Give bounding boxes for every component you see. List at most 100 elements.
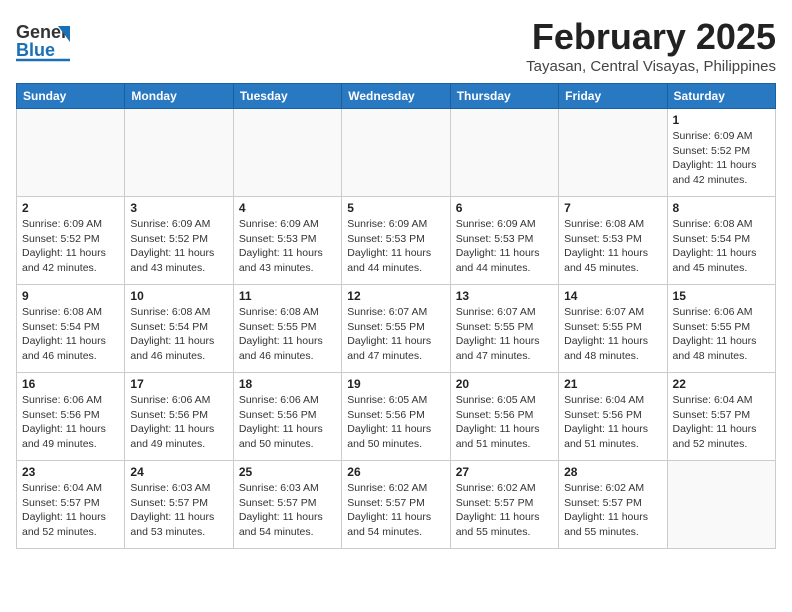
calendar-cell: 8 Sunrise: 6:08 AMSunset: 5:54 PMDaylight…: [667, 197, 775, 285]
day-detail: Sunrise: 6:07 AMSunset: 5:55 PMDaylight:…: [564, 305, 661, 364]
calendar-cell: [342, 109, 450, 197]
day-detail: Sunrise: 6:03 AMSunset: 5:57 PMDaylight:…: [130, 481, 227, 540]
logo: General Blue: [16, 16, 70, 64]
weekday-header-thursday: Thursday: [450, 84, 558, 109]
day-number: 5: [347, 201, 444, 215]
calendar-cell: 6 Sunrise: 6:09 AMSunset: 5:53 PMDaylight…: [450, 197, 558, 285]
calendar-cell: 15 Sunrise: 6:06 AMSunset: 5:55 PMDayligh…: [667, 285, 775, 373]
day-number: 4: [239, 201, 336, 215]
day-detail: Sunrise: 6:08 AMSunset: 5:54 PMDaylight:…: [22, 305, 119, 364]
calendar-cell: 4 Sunrise: 6:09 AMSunset: 5:53 PMDaylight…: [233, 197, 341, 285]
calendar-cell: 21 Sunrise: 6:04 AMSunset: 5:56 PMDayligh…: [559, 373, 667, 461]
weekday-header-monday: Monday: [125, 84, 233, 109]
day-detail: Sunrise: 6:09 AMSunset: 5:53 PMDaylight:…: [239, 217, 336, 276]
day-number: 9: [22, 289, 119, 303]
calendar-cell: 16 Sunrise: 6:06 AMSunset: 5:56 PMDayligh…: [17, 373, 125, 461]
day-number: 19: [347, 377, 444, 391]
day-detail: Sunrise: 6:09 AMSunset: 5:53 PMDaylight:…: [456, 217, 553, 276]
calendar-cell: 22Sunrise: 6:04 AMSunset: 5:57 PMDayligh…: [667, 373, 775, 461]
calendar-cell: [233, 109, 341, 197]
calendar-cell: 19 Sunrise: 6:05 AMSunset: 5:56 PMDayligh…: [342, 373, 450, 461]
calendar-cell: 14 Sunrise: 6:07 AMSunset: 5:55 PMDayligh…: [559, 285, 667, 373]
day-detail: Sunrise: 6:07 AMSunset: 5:55 PMDaylight:…: [347, 305, 444, 364]
calendar-cell: 3 Sunrise: 6:09 AMSunset: 5:52 PMDaylight…: [125, 197, 233, 285]
day-number: 23: [22, 465, 119, 479]
day-detail: Sunrise: 6:09 AMSunset: 5:52 PMDaylight:…: [22, 217, 119, 276]
calendar-cell: 9 Sunrise: 6:08 AMSunset: 5:54 PMDaylight…: [17, 285, 125, 373]
day-number: 10: [130, 289, 227, 303]
day-number: 2: [22, 201, 119, 215]
day-detail: Sunrise: 6:06 AMSunset: 5:56 PMDaylight:…: [130, 393, 227, 452]
calendar-cell: [125, 109, 233, 197]
calendar-cell: 27 Sunrise: 6:02 AMSunset: 5:57 PMDayligh…: [450, 461, 558, 549]
day-detail: Sunrise: 6:04 AMSunset: 5:57 PMDaylight:…: [673, 393, 770, 452]
day-detail: Sunrise: 6:03 AMSunset: 5:57 PMDaylight:…: [239, 481, 336, 540]
calendar-cell: 1Sunrise: 6:09 AMSunset: 5:52 PMDaylight…: [667, 109, 775, 197]
calendar-cell: 13 Sunrise: 6:07 AMSunset: 5:55 PMDayligh…: [450, 285, 558, 373]
day-number: 12: [347, 289, 444, 303]
calendar-week-5: 23 Sunrise: 6:04 AMSunset: 5:57 PMDayligh…: [17, 461, 776, 549]
weekday-header-wednesday: Wednesday: [342, 84, 450, 109]
day-number: 25: [239, 465, 336, 479]
day-number: 7: [564, 201, 661, 215]
calendar-cell: [667, 461, 775, 549]
day-detail: Sunrise: 6:07 AMSunset: 5:55 PMDaylight:…: [456, 305, 553, 364]
weekday-header-row: SundayMondayTuesdayWednesdayThursdayFrid…: [17, 84, 776, 109]
day-number: 13: [456, 289, 553, 303]
weekday-header-tuesday: Tuesday: [233, 84, 341, 109]
weekday-header-saturday: Saturday: [667, 84, 775, 109]
title-block: February 2025 Tayasan, Central Visayas, …: [526, 16, 776, 75]
calendar-week-1: 1Sunrise: 6:09 AMSunset: 5:52 PMDaylight…: [17, 109, 776, 197]
day-number: 8: [673, 201, 770, 215]
day-detail: Sunrise: 6:04 AMSunset: 5:56 PMDaylight:…: [564, 393, 661, 452]
svg-text:Blue: Blue: [16, 40, 55, 60]
weekday-header-sunday: Sunday: [17, 84, 125, 109]
day-number: 1: [673, 113, 770, 127]
day-detail: Sunrise: 6:04 AMSunset: 5:57 PMDaylight:…: [22, 481, 119, 540]
day-detail: Sunrise: 6:05 AMSunset: 5:56 PMDaylight:…: [347, 393, 444, 452]
calendar-cell: 23 Sunrise: 6:04 AMSunset: 5:57 PMDayligh…: [17, 461, 125, 549]
day-number: 21: [564, 377, 661, 391]
calendar-cell: 12 Sunrise: 6:07 AMSunset: 5:55 PMDayligh…: [342, 285, 450, 373]
calendar-cell: 17 Sunrise: 6:06 AMSunset: 5:56 PMDayligh…: [125, 373, 233, 461]
calendar-cell: [450, 109, 558, 197]
day-detail: Sunrise: 6:05 AMSunset: 5:56 PMDaylight:…: [456, 393, 553, 452]
day-detail: Sunrise: 6:02 AMSunset: 5:57 PMDaylight:…: [456, 481, 553, 540]
calendar-cell: 18Sunrise: 6:06 AMSunset: 5:56 PMDayligh…: [233, 373, 341, 461]
calendar-cell: 7 Sunrise: 6:08 AMSunset: 5:53 PMDaylight…: [559, 197, 667, 285]
day-number: 3: [130, 201, 227, 215]
day-number: 28: [564, 465, 661, 479]
day-number: 17: [130, 377, 227, 391]
calendar-week-4: 16 Sunrise: 6:06 AMSunset: 5:56 PMDayligh…: [17, 373, 776, 461]
calendar-cell: 11 Sunrise: 6:08 AMSunset: 5:55 PMDayligh…: [233, 285, 341, 373]
calendar-cell: [559, 109, 667, 197]
calendar-cell: 24 Sunrise: 6:03 AMSunset: 5:57 PMDayligh…: [125, 461, 233, 549]
day-detail: Sunrise: 6:06 AMSunset: 5:56 PMDaylight:…: [239, 393, 336, 452]
calendar-week-3: 9 Sunrise: 6:08 AMSunset: 5:54 PMDaylight…: [17, 285, 776, 373]
page-subtitle: Tayasan, Central Visayas, Philippines: [526, 58, 776, 75]
page-title: February 2025: [526, 16, 776, 58]
day-detail: Sunrise: 6:09 AMSunset: 5:52 PMDaylight:…: [130, 217, 227, 276]
day-number: 20: [456, 377, 553, 391]
day-detail: Sunrise: 6:09 AMSunset: 5:53 PMDaylight:…: [347, 217, 444, 276]
day-detail: Sunrise: 6:08 AMSunset: 5:54 PMDaylight:…: [673, 217, 770, 276]
day-detail: Sunrise: 6:08 AMSunset: 5:53 PMDaylight:…: [564, 217, 661, 276]
day-detail: Sunrise: 6:08 AMSunset: 5:54 PMDaylight:…: [130, 305, 227, 364]
day-detail: Sunrise: 6:02 AMSunset: 5:57 PMDaylight:…: [347, 481, 444, 540]
day-number: 6: [456, 201, 553, 215]
day-number: 16: [22, 377, 119, 391]
weekday-header-friday: Friday: [559, 84, 667, 109]
day-number: 26: [347, 465, 444, 479]
calendar-cell: 25 Sunrise: 6:03 AMSunset: 5:57 PMDayligh…: [233, 461, 341, 549]
day-number: 14: [564, 289, 661, 303]
day-number: 11: [239, 289, 336, 303]
calendar-table: SundayMondayTuesdayWednesdayThursdayFrid…: [16, 83, 776, 549]
day-number: 27: [456, 465, 553, 479]
day-detail: Sunrise: 6:02 AMSunset: 5:57 PMDaylight:…: [564, 481, 661, 540]
day-number: 15: [673, 289, 770, 303]
day-number: 24: [130, 465, 227, 479]
day-detail: Sunrise: 6:06 AMSunset: 5:56 PMDaylight:…: [22, 393, 119, 452]
day-detail: Sunrise: 6:06 AMSunset: 5:55 PMDaylight:…: [673, 305, 770, 364]
day-detail: Sunrise: 6:08 AMSunset: 5:55 PMDaylight:…: [239, 305, 336, 364]
calendar-cell: 2 Sunrise: 6:09 AMSunset: 5:52 PMDaylight…: [17, 197, 125, 285]
